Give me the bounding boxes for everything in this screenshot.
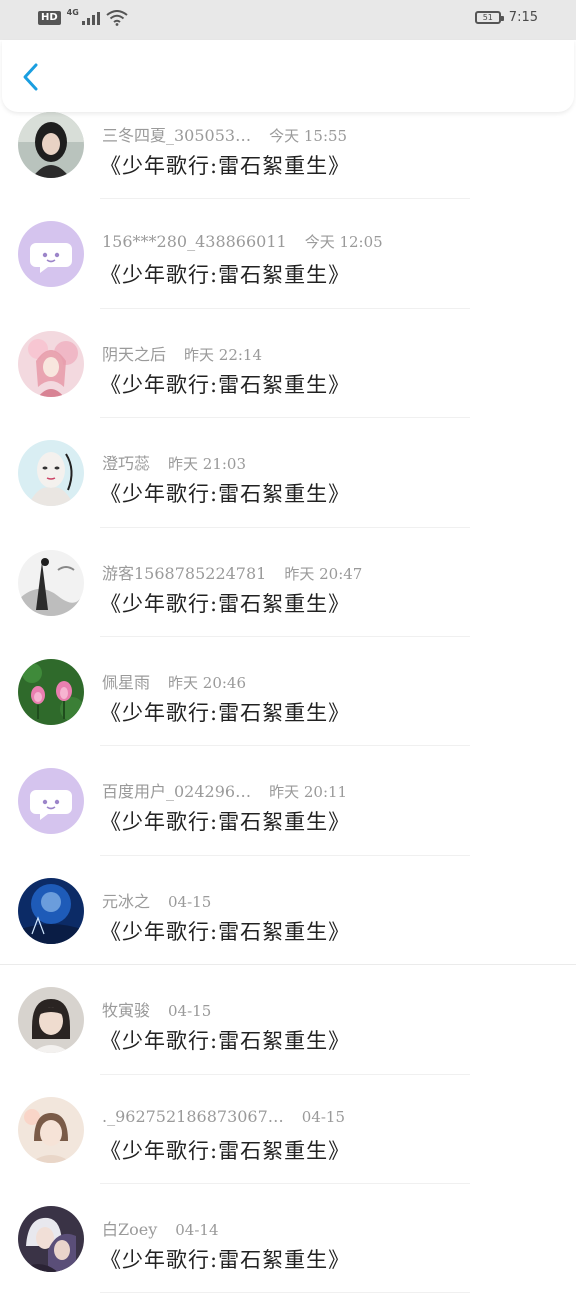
novel-title[interactable]: 《少年歌行:雷石絮重生》 (100, 806, 350, 836)
timestamp: 04-15 (168, 1002, 212, 1021)
timestamp: 04-15 (168, 892, 212, 911)
status-left: HD 4G (38, 7, 128, 26)
hd-badge: HD (38, 11, 61, 25)
avatar[interactable] (18, 440, 84, 507)
avatar[interactable] (18, 221, 84, 288)
item-meta: 百度用户_024296… 昨天 20:11 (102, 778, 347, 802)
divider (100, 417, 470, 419)
timestamp: 今天 12:05 (304, 233, 383, 252)
username[interactable]: ._962752186873067… (102, 1107, 284, 1126)
list-item-6[interactable]: 佩星雨 昨天 20:46 《少年歌行:雷石絮重生》 (0, 658, 576, 768)
novel-title[interactable]: 《少年歌行:雷石絮重生》 (100, 588, 350, 618)
list-item-3[interactable]: 阴天之后 昨天 22:14 《少年歌行:雷石絮重生》 (0, 330, 576, 440)
wifi-icon (106, 10, 128, 26)
item-meta: 游客1568785224781 昨天 20:47 (102, 560, 362, 584)
username[interactable]: 白Zoey (102, 1220, 157, 1239)
username[interactable]: 阴天之后 (102, 345, 166, 364)
timestamp: 昨天 22:14 (184, 345, 263, 364)
divider (100, 635, 470, 637)
timestamp: 昨天 20:46 (168, 673, 247, 692)
username[interactable]: 牧寅骏 (102, 1001, 150, 1020)
username[interactable]: 百度用户_024296… (102, 782, 251, 801)
item-meta: 元冰之 04-15 (102, 888, 211, 912)
back-button[interactable] (18, 62, 46, 92)
list-item-5[interactable]: 游客1568785224781 昨天 20:47 《少年歌行:雷石絮重生》 (0, 549, 576, 659)
novel-title[interactable]: 《少年歌行:雷石絮重生》 (100, 1135, 350, 1165)
divider (100, 745, 470, 747)
reply-list: 三冬四夏_305053… 今天 15:55 《少年歌行:雷石絮重生》 156***… (0, 112, 576, 1315)
avatar[interactable] (18, 658, 84, 725)
divider (100, 307, 470, 309)
signal-icon (81, 11, 100, 25)
novel-title[interactable]: 《少年歌行:雷石絮重生》 (100, 916, 350, 946)
avatar[interactable] (18, 1205, 84, 1272)
timestamp: 昨天 20:11 (269, 783, 348, 802)
list-item-2[interactable]: 156***280_438866011 今天 12:05 《少年歌行:雷石絮重生》 (0, 221, 576, 330)
novel-title[interactable]: 《少年歌行:雷石絮重生》 (100, 259, 350, 289)
timestamp: 今天 15:55 (269, 127, 348, 145)
list-item-4[interactable]: 澄巧蕊 昨天 21:03 《少年歌行:雷石絮重生》 (0, 440, 576, 549)
status-right: 51 7:15 (474, 10, 538, 25)
novel-title[interactable]: 《少年歌行:雷石絮重生》 (100, 478, 350, 508)
divider (100, 198, 470, 200)
avatar[interactable] (18, 330, 84, 397)
username[interactable]: 佩星雨 (102, 673, 150, 692)
username[interactable]: 三冬四夏_305053… (102, 126, 251, 145)
username[interactable]: 156***280_438866011 (102, 232, 287, 251)
chevron-left-icon (23, 63, 38, 91)
novel-title[interactable]: 《少年歌行:雷石絮重生》 (100, 1025, 350, 1055)
avatar[interactable] (18, 1096, 84, 1163)
divider (0, 964, 576, 966)
avatar[interactable] (18, 877, 84, 944)
avatar[interactable] (18, 987, 84, 1054)
network-type: 4G (66, 7, 79, 17)
novel-title[interactable]: 《少年歌行:雷石絮重生》 (100, 150, 350, 180)
timestamp: 04-14 (175, 1220, 219, 1239)
list-item-10[interactable]: ._962752186873067… 04-15 《少年歌行:雷石絮重生》 (0, 1096, 576, 1206)
list-item-7[interactable]: 百度用户_024296… 昨天 20:11 《少年歌行:雷石絮重生》 (0, 768, 576, 877)
battery-icon: 51 (474, 11, 504, 24)
divider (100, 1073, 470, 1075)
timestamp: 04-15 (301, 1107, 346, 1126)
item-meta: 澄巧蕊 昨天 21:03 (102, 450, 246, 474)
divider (100, 854, 470, 856)
item-meta: 牧寅骏 04-15 (102, 997, 211, 1021)
avatar[interactable] (18, 112, 84, 178)
novel-title[interactable]: 《少年歌行:雷石絮重生》 (100, 369, 350, 399)
item-meta: 三冬四夏_305053… 今天 15:55 (102, 122, 347, 146)
clock: 7:15 (508, 10, 538, 25)
item-meta: 佩星雨 昨天 20:46 (102, 669, 246, 693)
top-nav-bar (2, 40, 574, 112)
list-item-8[interactable]: 元冰之 04-15 《少年歌行:雷石絮重生》 (0, 877, 576, 987)
item-meta: 白Zoey 04-14 (102, 1216, 219, 1240)
username[interactable]: 元冰之 (102, 892, 150, 911)
item-meta: ._962752186873067… 04-15 (102, 1107, 345, 1126)
username[interactable]: 游客1568785224781 (102, 564, 266, 583)
item-meta: 阴天之后 昨天 22:14 (102, 341, 262, 365)
username[interactable]: 澄巧蕊 (102, 454, 150, 473)
divider (100, 1292, 470, 1294)
divider (100, 526, 470, 528)
timestamp: 昨天 20:47 (284, 564, 363, 583)
novel-title[interactable]: 《少年歌行:雷石絮重生》 (100, 1244, 350, 1274)
timestamp: 昨天 21:03 (168, 455, 247, 474)
list-item-11[interactable]: 白Zoey 04-14 《少年歌行:雷石絮重生》 (0, 1205, 576, 1315)
novel-title[interactable]: 《少年歌行:雷石絮重生》 (100, 697, 350, 727)
avatar[interactable] (18, 549, 84, 616)
avatar[interactable] (18, 768, 84, 835)
list-item-9[interactable]: 牧寅骏 04-15 《少年歌行:雷石絮重生》 (0, 987, 576, 1096)
item-meta: 156***280_438866011 今天 12:05 (102, 231, 383, 252)
divider (100, 1182, 470, 1184)
status-bar: HD 4G 51 7:15 (0, 0, 576, 40)
list-item-1[interactable]: 三冬四夏_305053… 今天 15:55 《少年歌行:雷石絮重生》 (0, 112, 576, 221)
